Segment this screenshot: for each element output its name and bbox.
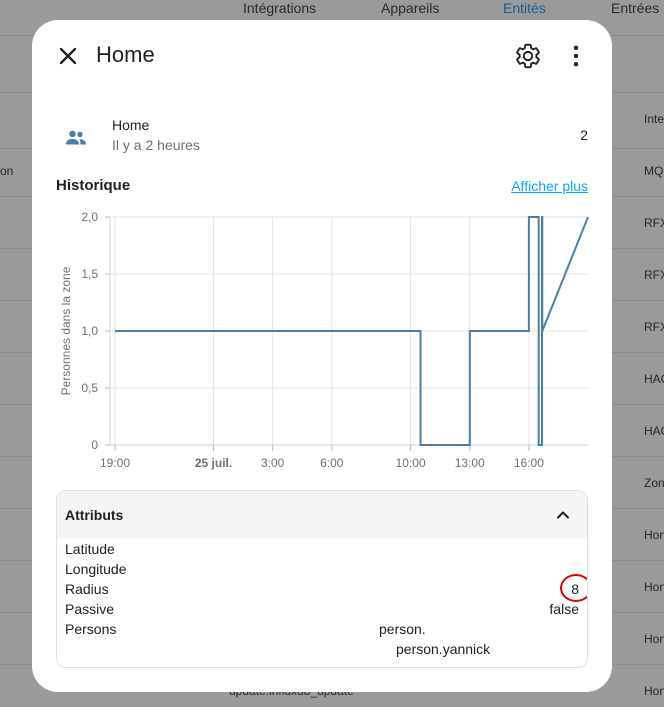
y-tick-label: 1,0 — [81, 324, 98, 338]
bg-cell: Hon — [644, 580, 664, 594]
more-options-button[interactable] — [562, 42, 590, 70]
x-tick-label: 3:00 — [261, 456, 285, 470]
tab-inputs[interactable]: Entrées — [611, 0, 659, 16]
bg-cell: HAC — [644, 372, 664, 386]
attribute-label-longitude: Longitude — [65, 561, 127, 577]
bg-cell: Hon — [644, 632, 664, 646]
x-tick-label: 6:00 — [320, 456, 344, 470]
entity-last-changed: Il y a 2 heures — [112, 137, 200, 153]
bg-cell: Zon — [644, 476, 664, 490]
y-tick-label: 0,5 — [81, 381, 98, 395]
x-tick-label: 19:00 — [100, 456, 130, 470]
attribute-label-passive: Passive — [65, 601, 115, 617]
attributes-title: Attributs — [65, 507, 124, 523]
bg-cell: RFX — [644, 268, 664, 282]
bg-cell: Hon — [644, 684, 664, 698]
bg-column-header: Inte — [644, 112, 664, 126]
attributes-panel: Attributs Latitude Longitude Radius 8 Pa… — [56, 490, 588, 668]
y-tick-label: 0 — [91, 438, 98, 452]
gear-icon — [516, 43, 540, 69]
show-more-link[interactable]: Afficher plus — [511, 178, 588, 194]
tab-entities[interactable]: Entités — [503, 0, 546, 16]
attribute-value-persons: person. — [379, 621, 426, 637]
y-tick-label: 1,5 — [81, 267, 98, 281]
attribute-label-latitude: Latitude — [65, 541, 115, 557]
highlight-annotation — [560, 574, 587, 602]
attribute-value-persons-item: person.yannick — [396, 641, 491, 657]
bg-cell: Hon — [644, 528, 664, 542]
attribute-label-persons: Persons — [65, 621, 117, 637]
series-line — [115, 216, 589, 446]
entity-name: Home — [112, 117, 150, 133]
attributes-header[interactable]: Attributs — [57, 491, 587, 539]
bg-cell: HAC — [644, 424, 664, 438]
x-tick-label: 10:00 — [396, 456, 426, 470]
close-button[interactable] — [54, 42, 82, 70]
bg-cell: RFX — [644, 320, 664, 334]
bg-cell: MQ — [644, 164, 664, 178]
x-tick-label: 25 juil. — [195, 456, 232, 470]
more-info-dialog: Home Home Il y a 2 heures 2 Historique A… — [32, 20, 612, 692]
settings-button[interactable] — [514, 42, 542, 70]
more-vert-icon — [573, 45, 579, 67]
close-icon — [59, 47, 77, 65]
attribute-label-radius: Radius — [65, 581, 109, 597]
chevron-up-icon — [557, 511, 569, 519]
x-tick-label: 13:00 — [455, 456, 485, 470]
tab-devices[interactable]: Appareils — [381, 0, 439, 16]
people-icon — [64, 126, 88, 150]
y-axis-label: Personnes dans la zone — [59, 266, 73, 395]
dialog-title: Home — [96, 42, 155, 67]
y-tick-label: 2,0 — [81, 210, 98, 224]
bg-cell: RFX — [644, 216, 664, 230]
tab-integrations[interactable]: Intégrations — [243, 0, 316, 16]
history-title: Historique — [56, 177, 131, 194]
attribute-value-passive: false — [549, 601, 579, 617]
entity-state: 2 — [580, 127, 588, 143]
x-tick-label: 16:00 — [514, 456, 544, 470]
bg-row-text: on — [0, 164, 14, 178]
